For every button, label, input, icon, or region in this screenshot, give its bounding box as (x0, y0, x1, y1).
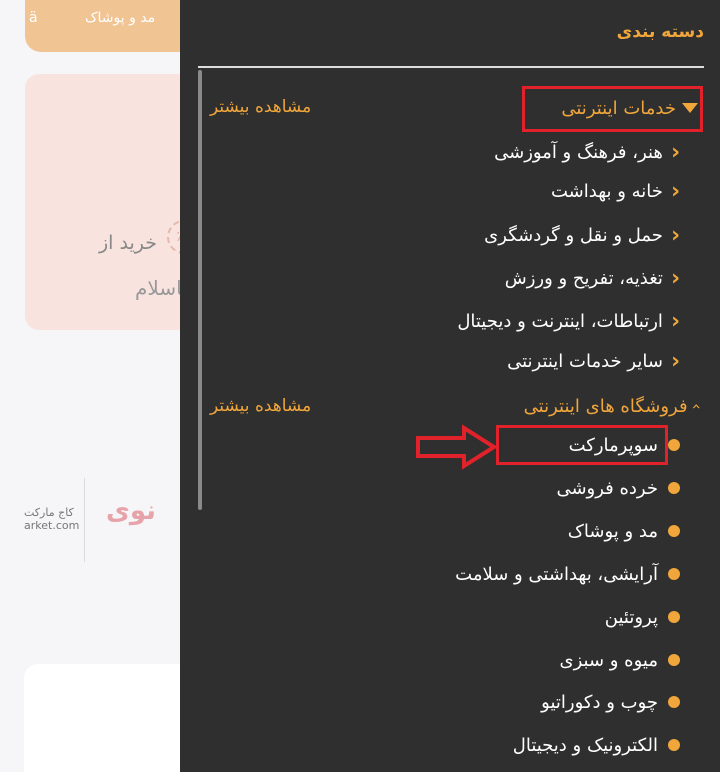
promo-banner[interactable]: ٪۹ خرید از باسلام (25, 74, 180, 330)
store-label: چوب و دکوراتیو (541, 691, 658, 713)
subcategory-label: تغذیه، تفریح و ورزش (504, 267, 663, 289)
store-label: الکترونیک و دیجیتال (512, 734, 658, 756)
background-card-label-2: ä (29, 10, 38, 26)
chevron-icon: › (670, 178, 680, 204)
chevron-icon: › (670, 348, 680, 374)
brand-logo-pink[interactable]: نوی (106, 496, 156, 526)
subcategory-label: حمل و نقل و گردشگری (484, 224, 663, 246)
store-item[interactable]: آرایشی، بهداشتی و سلامت (455, 558, 680, 590)
subcategory-label: سایر خدمات اینترنتی (507, 350, 663, 372)
background-page: مد و پوشاک ä ٪۹ خرید از باسلام کاج مارکت… (0, 0, 180, 772)
store-label: پروتئین (604, 606, 658, 628)
subcategory-label: خانه و بهداشت (551, 180, 663, 202)
bullet-dot-icon (668, 525, 680, 537)
subcategory-item[interactable]: › سایر خدمات اینترنتی (507, 345, 680, 377)
store-item[interactable]: میوه و سبزی (560, 644, 680, 676)
subcategory-label: ارتباطات، اینترنت و دیجیتال (457, 310, 663, 332)
category-label: فروشگاه های اینترنتی (523, 395, 688, 417)
subcategory-item[interactable]: › هنر، فرهنگ و آموزشی (494, 136, 680, 168)
bullet-dot-icon (668, 439, 680, 451)
drawer-divider (198, 66, 704, 68)
brand-logo-kaj-url: arket.com (24, 519, 80, 532)
background-card-bottom (24, 664, 180, 772)
store-item[interactable]: الکترونیک و دیجیتال (513, 729, 680, 761)
brand-logos-row: کاج مارکت arket.com نوی (0, 478, 180, 562)
discount-badge: ٪۹ (167, 220, 180, 254)
category-online-stores[interactable]: › فروشگاه های اینترنتی (523, 386, 707, 426)
logo-divider (84, 478, 85, 562)
store-item[interactable]: پروتئین (605, 601, 680, 633)
store-label: میوه و سبزی (559, 649, 658, 671)
bullet-dot-icon (668, 568, 680, 580)
store-item[interactable]: مد و پوشاک (568, 515, 680, 547)
store-item[interactable]: خرده فروشی (556, 472, 680, 504)
store-item[interactable]: چوب و دکوراتیو (541, 686, 680, 718)
background-card-label: مد و پوشاک (85, 10, 156, 26)
subcategory-item[interactable]: › حمل و نقل و گردشگری (484, 219, 680, 251)
brand-logo-kaj[interactable]: کاج مارکت arket.com (24, 506, 79, 532)
chevron-icon: › (670, 308, 680, 334)
category-drawer: دسته بندی خدمات اینترنتی مشاهده بیشتر › ه… (180, 0, 720, 772)
store-label: مد و پوشاک (567, 520, 658, 542)
annotation-arrow-icon (416, 424, 498, 470)
drawer-title: دسته بندی (616, 22, 704, 42)
highlight-box (496, 425, 668, 465)
promo-subtitle: باسلام (135, 276, 180, 300)
chevron-icon: › (670, 139, 680, 165)
subcategory-item[interactable]: › ارتباطات، اینترنت و دیجیتال (457, 305, 680, 337)
subcategory-item[interactable]: › تغذیه، تفریح و ورزش (505, 262, 680, 294)
bullet-dot-icon (668, 654, 680, 666)
bullet-dot-icon (668, 696, 680, 708)
background-category-card[interactable]: مد و پوشاک ä (25, 0, 180, 52)
chevron-icon: › (670, 222, 680, 248)
drawer-scrollbar[interactable] (198, 70, 202, 510)
bullet-dot-icon (668, 611, 680, 623)
store-label: آرایشی، بهداشتی و سلامت (455, 563, 658, 585)
brand-logo-kaj-name: کاج مارکت (24, 506, 74, 519)
highlight-box (522, 86, 703, 132)
store-label: خرده فروشی (556, 477, 658, 499)
promo-title: خرید از (99, 232, 157, 254)
chevron-down-icon: › (687, 402, 707, 410)
subcategory-label: هنر، فرهنگ و آموزشی (494, 141, 663, 163)
bullet-dot-icon (668, 739, 680, 751)
chevron-icon: › (670, 265, 680, 291)
subcategory-item[interactable]: › خانه و بهداشت (551, 175, 680, 207)
bullet-dot-icon (668, 482, 680, 494)
show-more-link[interactable]: مشاهده بیشتر (210, 97, 311, 117)
show-more-link[interactable]: مشاهده بیشتر (210, 396, 311, 416)
